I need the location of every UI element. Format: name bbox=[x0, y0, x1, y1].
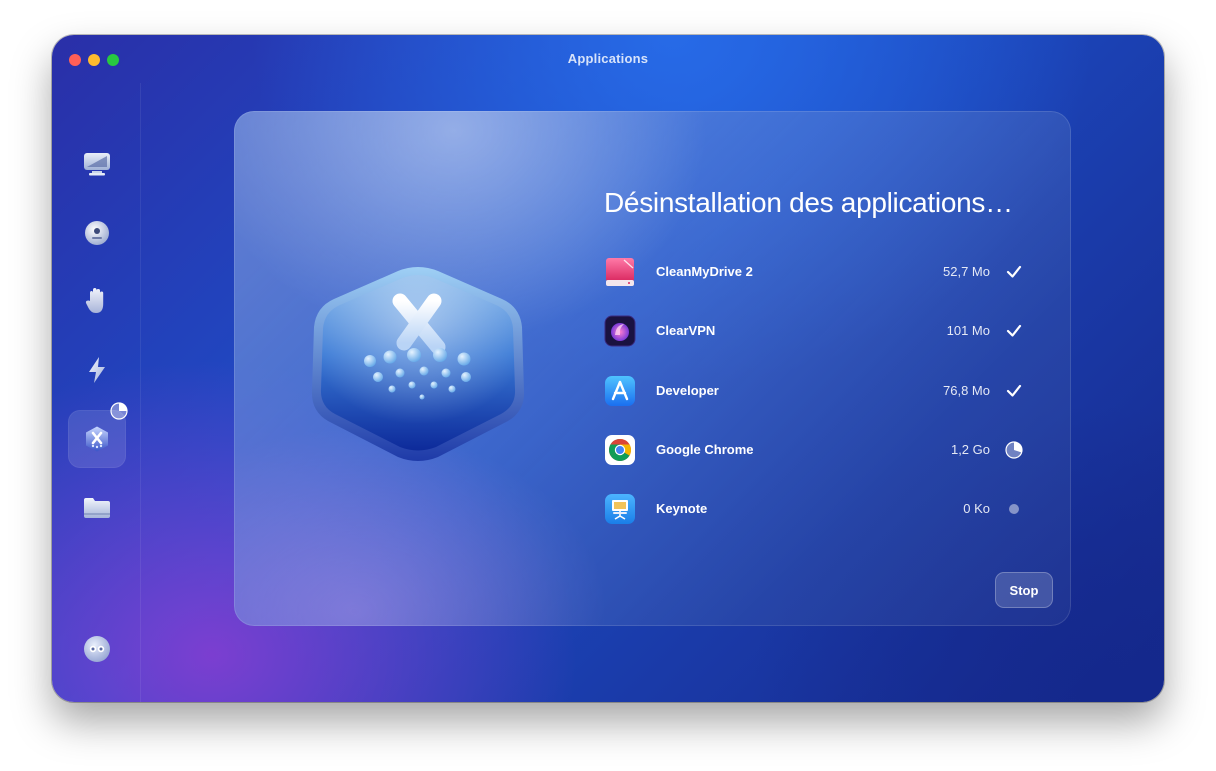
checkmark-icon bbox=[1004, 381, 1024, 401]
app-size: 52,7 Mo bbox=[943, 264, 990, 279]
chrome-icon bbox=[604, 434, 636, 466]
sidebar-item-privacy[interactable] bbox=[68, 272, 126, 330]
app-list: CleanMyDrive 2 52,7 Mo ClearVPN 101 Mo D… bbox=[604, 256, 1024, 552]
window-title: Applications bbox=[567, 51, 649, 66]
app-size: 1,2 Go bbox=[950, 441, 990, 457]
monitor-icon bbox=[83, 151, 111, 177]
list-item: Keynote 0 Ko bbox=[604, 493, 1024, 552]
app-size: 101 Mo bbox=[946, 323, 990, 339]
sidebar-item-cleanup[interactable] bbox=[68, 135, 126, 193]
sidebar-item-files[interactable] bbox=[68, 479, 126, 537]
clearvpn-icon bbox=[604, 315, 636, 347]
app-window: Applications Désinstallation des applica… bbox=[52, 35, 1164, 702]
checkmark-icon bbox=[1004, 262, 1024, 282]
app-hexagon-icon bbox=[83, 425, 111, 453]
app-name: ClearVPN bbox=[656, 323, 716, 339]
hand-icon bbox=[85, 287, 109, 315]
sidebar-item-protection[interactable] bbox=[68, 204, 126, 262]
keynote-icon bbox=[604, 493, 636, 525]
progress-pie-icon bbox=[1004, 440, 1024, 460]
sidebar-item-assistant[interactable] bbox=[68, 620, 126, 678]
lightning-icon bbox=[86, 356, 108, 384]
list-item: Google Chrome 1,2 Go bbox=[604, 434, 1024, 493]
cleanmydrive-icon bbox=[604, 256, 636, 288]
app-name: Developer bbox=[656, 382, 719, 398]
title-bar: Applications bbox=[52, 35, 1164, 83]
uninstall-panel: Désinstallation des applications… CleanM… bbox=[234, 111, 1071, 626]
shield-dot-icon bbox=[84, 220, 110, 246]
app-name: Keynote bbox=[656, 501, 708, 517]
sidebar-item-applications[interactable] bbox=[68, 402, 128, 468]
folder-icon bbox=[83, 496, 111, 520]
uninstaller-hexagon-icon bbox=[306, 261, 530, 465]
list-item: ClearVPN 101 Mo bbox=[604, 315, 1024, 374]
assistant-icon bbox=[83, 635, 111, 663]
list-item: Developer 76,8 Mo bbox=[604, 375, 1024, 434]
sidebar bbox=[52, 83, 141, 702]
progress-pie-icon bbox=[110, 402, 128, 420]
stop-button[interactable]: Stop bbox=[995, 572, 1053, 608]
developer-icon bbox=[604, 375, 636, 407]
sidebar-item-speed[interactable] bbox=[68, 341, 126, 399]
app-name: CleanMyDrive 2 bbox=[656, 264, 753, 279]
list-item: CleanMyDrive 2 52,7 Mo bbox=[604, 256, 1024, 315]
app-size: 0 Ko bbox=[963, 501, 990, 517]
page-title: Désinstallation des applications… bbox=[604, 187, 1013, 218]
app-name: Google Chrome bbox=[656, 441, 754, 457]
pending-dot-icon bbox=[1004, 499, 1024, 519]
checkmark-icon bbox=[1004, 321, 1024, 341]
app-size: 76,8 Mo bbox=[943, 382, 990, 398]
